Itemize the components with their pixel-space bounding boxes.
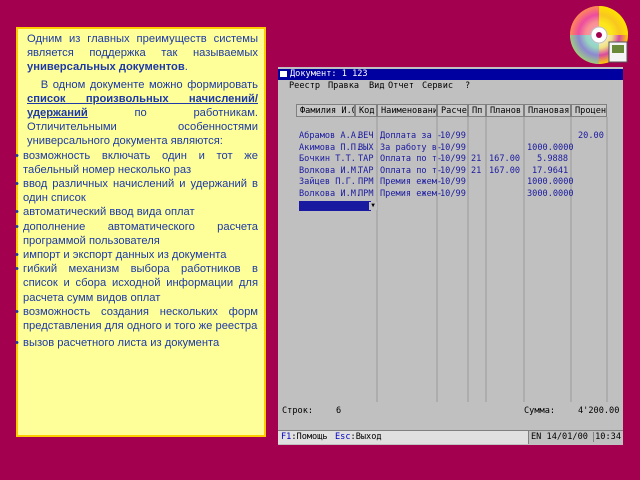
table-row[interactable]: Зайцев П.Г. ПРМ Премия ежем- 10/99 1000.…	[278, 177, 623, 189]
menu-item-view[interactable]: Вид	[369, 80, 385, 92]
intro-paragraph-1: Одним из главных преимуществ системы явл…	[27, 32, 258, 75]
cell-percent: 20.00	[578, 131, 604, 141]
cell-description: Премия ежем-	[380, 177, 443, 187]
menu-item-edit[interactable]: Правка	[328, 80, 359, 92]
window-title: Документ: 1 123	[290, 69, 368, 79]
rows-count-value: 6	[336, 406, 342, 416]
dropdown-arrow-icon[interactable]: ▼	[369, 202, 377, 210]
column-header-calc[interactable]: Расче	[437, 104, 468, 117]
intro-text: Одним из главных преимуществ системы явл…	[27, 33, 258, 60]
table-row-new[interactable]: ▼	[278, 201, 623, 213]
clock-area: EN 14/01/00 10:34	[527, 431, 623, 444]
intro-text-2: В одном документе можно формировать	[40, 78, 258, 91]
cell-code: ПРМ	[358, 177, 374, 187]
window-titlebar: Документ: 1 123	[278, 69, 623, 80]
intro-paragraph-2: В одном документе можно формировать спис…	[27, 78, 258, 149]
cell-plan-sum: 1000.0000	[527, 177, 574, 187]
table-row[interactable]: Волкова И.М. ПРМ Премия ежем- 10/99 3000…	[278, 189, 623, 201]
menu-item-help[interactable]: ?	[465, 80, 470, 92]
intro-bold-term: универсальных документов	[27, 61, 185, 74]
menu-item-service[interactable]: Сервис	[422, 80, 453, 92]
hint-exit-label: :Выход	[350, 432, 382, 442]
table-header: Фамилия И.О. Код Наименование Расче Пп П…	[278, 104, 623, 117]
menu-bar: Реестр Правка Вид Отчет Сервис ?	[278, 80, 623, 92]
feature-item: автоматический ввод вида оплат	[15, 205, 258, 219]
table-row[interactable]: Бочкин Т.Т. ТАР Оплата по т- 10/99 21 16…	[278, 154, 623, 166]
feature-item: импорт и экспорт данных из документа	[15, 248, 258, 262]
table-row[interactable]: Акимова П.П. ВЫХ За работу в- 10/99 1000…	[278, 143, 623, 155]
column-header-pp[interactable]: Пп	[468, 104, 486, 117]
cell-plan-sum: 5.9888	[537, 154, 569, 164]
hint-exit[interactable]: Esc:Выход	[335, 431, 382, 444]
cell-code: ТАР	[358, 165, 374, 176]
cell-description: Оплата по т-	[380, 154, 443, 164]
status-time: 10:34	[593, 432, 621, 442]
column-header-name[interactable]: Фамилия И.О.	[296, 104, 355, 117]
feature-item: возможность включать один и тот же табел…	[15, 149, 258, 177]
hint-help[interactable]: F1:Помощь	[281, 431, 328, 444]
column-header-plan[interactable]: Планов	[486, 104, 524, 117]
text-panel: Одним из главных преимуществ системы явл…	[15, 27, 266, 437]
cell-calc: 10/99	[440, 131, 466, 141]
cell-name: Акимова П.П.	[299, 142, 362, 153]
menu-item-registry[interactable]: Реестр	[289, 80, 320, 92]
cell-code: ТАР	[358, 154, 374, 164]
column-header-code[interactable]: Код	[355, 104, 377, 117]
column-header-description[interactable]: Наименование	[377, 104, 437, 117]
cell-calc: 10/99	[440, 165, 466, 176]
cell-name: Абрамов А.А.	[299, 131, 362, 141]
sum-label: Сумма:	[524, 406, 556, 416]
cell-description: Оплата по т-	[380, 165, 443, 176]
hint-help-key: F1	[281, 432, 292, 442]
hint-help-label: :Помощь	[291, 432, 328, 442]
cell-name: Зайцев П.Г.	[299, 177, 356, 187]
cell-description: Доплата за -	[380, 131, 443, 141]
cell-code: ПРМ	[358, 188, 374, 199]
cell-description: За работу в-	[380, 142, 443, 153]
status-date: 14/01/00	[546, 432, 588, 442]
cell-code: ВЫХ	[358, 142, 374, 153]
system-menu-icon[interactable]	[280, 71, 287, 77]
selected-cell-editor[interactable]: ▼	[299, 201, 377, 211]
column-header-plan-sum[interactable]: Плановая с	[524, 104, 571, 117]
hint-exit-key: Esc	[335, 432, 351, 442]
features-list: возможность включать один и тот же табел…	[15, 149, 258, 351]
hint-bar: F1:Помощь Esc:Выход EN 14/01/00 10:34	[278, 430, 623, 444]
status-row: Строк: 6 Сумма: 4'200.00	[278, 405, 623, 417]
intro-text-end: .	[184, 61, 188, 74]
cd-disc-logo-icon	[570, 6, 628, 64]
feature-item: вызов расчетного листа из документа	[15, 336, 258, 350]
table-row[interactable]: Волкова И.М. ТАР Оплата по т- 10/99 21 1…	[278, 166, 623, 178]
cell-code: ВЕЧ	[358, 131, 374, 141]
cell-description: Премия ежем-	[380, 188, 443, 199]
cell-pp: 21	[471, 154, 482, 164]
rows-count-label: Строк:	[282, 406, 314, 416]
cell-calc: 10/99	[440, 177, 466, 187]
cell-calc: 10/99	[440, 142, 466, 153]
cell-name: Бочкин Т.Т.	[299, 154, 356, 164]
feature-item: гибкий механизм выбора работников в спис…	[15, 262, 258, 305]
cell-plan-sum: 1000.0000	[527, 142, 574, 153]
feature-item: дополнение автоматического расчета прогр…	[15, 220, 258, 248]
sum-value: 4'200.00	[578, 406, 620, 416]
feature-item: ввод различных начислений и удержаний в …	[15, 177, 258, 205]
cell-plan-sum: 3000.0000	[527, 188, 574, 199]
table-row[interactable]: Абрамов А.А. ВЕЧ Доплата за - 10/99 20.0…	[278, 131, 623, 143]
cell-plan-sum: 17.9641	[532, 165, 569, 176]
cell-calc: 10/99	[440, 154, 466, 164]
cell-name: Волкова И.М.	[299, 165, 362, 176]
cell-pp: 21	[471, 165, 482, 176]
document-window: Документ: 1 123 Реестр Правка Вид Отчет …	[278, 67, 623, 445]
cell-plan: 167.00	[489, 165, 521, 176]
cell-plan: 167.00	[489, 154, 521, 164]
menu-item-report[interactable]: Отчет	[388, 80, 414, 92]
feature-item: возможность создания нескольких форм пре…	[15, 305, 258, 333]
cell-name: Волкова И.М.	[299, 188, 362, 199]
keyboard-language: EN	[530, 432, 542, 442]
column-header-percent[interactable]: Процен	[571, 104, 607, 117]
cell-calc: 10/99	[440, 188, 466, 199]
